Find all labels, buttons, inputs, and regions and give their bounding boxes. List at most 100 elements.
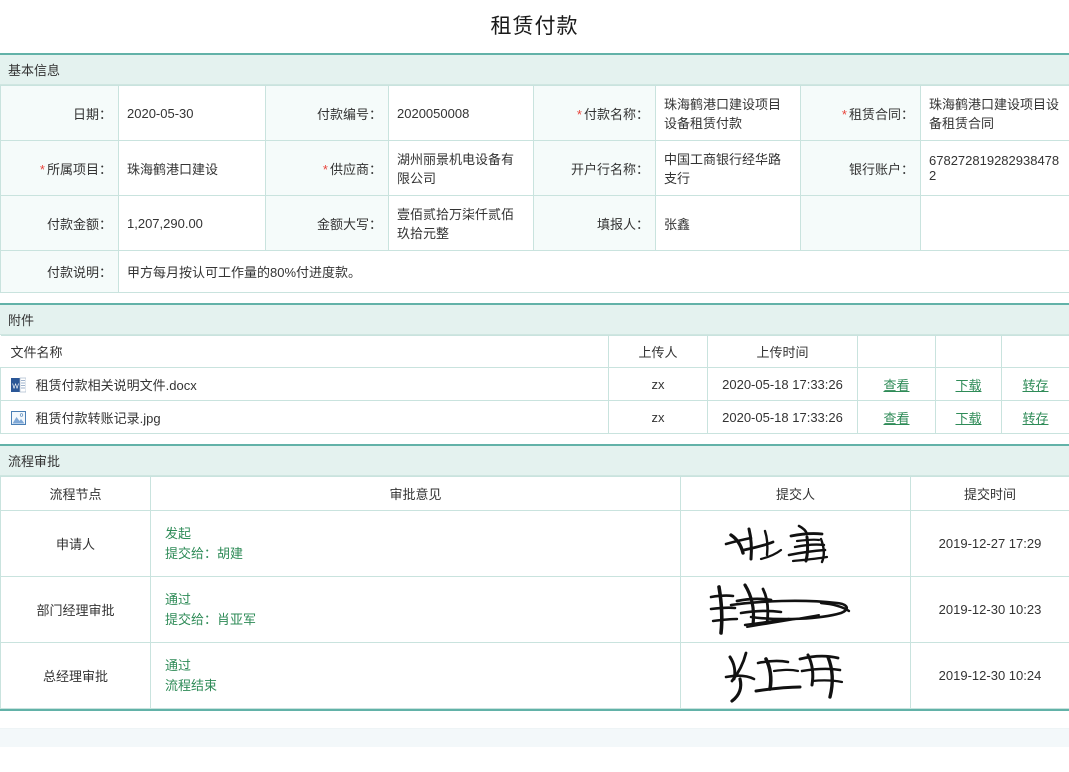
flow-opinion-action: 发起	[165, 525, 192, 541]
field-value-date[interactable]: 2020-05-30	[118, 85, 266, 141]
attachments-table: 文件名称 上传人 上传时间 W 租赁付款相关说明文件.docx zx 2020-…	[0, 335, 1069, 434]
table-header-row: 流程节点 审批意见 提交人 提交时间	[0, 476, 1069, 511]
label-text: 所属项目：	[46, 161, 112, 177]
field-value-payment-name[interactable]: 珠海鹤港口建设项目设备租赁付款	[655, 85, 801, 141]
attachment-view-cell: 查看	[857, 367, 936, 401]
attachment-uploader: zx	[608, 400, 708, 434]
flow-node: 部门经理审批	[0, 576, 151, 643]
section-header-flow: 流程审批	[0, 444, 1069, 476]
flow-opinion-next: 流程结束	[165, 677, 218, 693]
field-label-supplier: * 供应商：	[265, 140, 389, 196]
column-header-opinion: 审批意见	[150, 476, 681, 511]
view-link[interactable]: 查看	[883, 411, 909, 426]
attachment-file-name-text: 租赁付款转账记录.jpg	[35, 410, 161, 426]
flow-submit-time: 2019-12-27 17:29	[910, 510, 1069, 577]
bottom-band	[0, 728, 1069, 747]
field-value-bank-account[interactable]: 6782728192829384782	[920, 140, 1069, 196]
field-value-bank-name[interactable]: 中国工商银行经华路支行	[655, 140, 801, 196]
field-value-reporter[interactable]: 张鑫	[655, 195, 801, 251]
section-header-attachments: 附件	[0, 303, 1069, 335]
flow-signature-cell	[680, 576, 911, 643]
flow-signature-cell	[680, 642, 911, 709]
table-row: 总经理审批 通过 流程结束 2019-12-30 10:24	[0, 642, 1069, 709]
field-label-payment-no: 付款编号：	[265, 85, 389, 141]
attachment-file-name-text: 租赁付款相关说明文件.docx	[35, 377, 197, 393]
flow-opinion-action: 通过	[165, 657, 192, 673]
save-link[interactable]: 转存	[1022, 378, 1048, 393]
column-header-submit-time: 提交时间	[910, 476, 1069, 511]
label-text: 付款名称：	[583, 106, 649, 122]
field-value-project[interactable]: 珠海鹤港口建设	[118, 140, 266, 196]
image-file-icon	[11, 410, 26, 426]
field-label-bank-account: 银行账户：	[800, 140, 921, 196]
svg-text:W: W	[12, 383, 19, 390]
field-label-project: * 所属项目：	[0, 140, 119, 196]
attachment-uploader: zx	[608, 367, 708, 401]
lease-payment-page: 租赁付款 基本信息 日期： 2020-05-30 付款编号： 202005000…	[0, 0, 1069, 772]
page-title: 租赁付款	[490, 15, 579, 38]
label-text: 填报人：	[596, 216, 649, 232]
field-label-amount-words: 金额大写：	[265, 195, 389, 251]
field-value-amount-words[interactable]: 壹佰贰拾万柒仟贰佰玖拾元整	[388, 195, 534, 251]
signature-image	[724, 651, 843, 703]
flow-signature-cell	[680, 510, 911, 577]
column-header-node: 流程节点	[0, 476, 151, 511]
required-asterisk-icon: *	[576, 106, 582, 122]
basic-info-table: 日期： 2020-05-30 付款编号： 2020050008 * 付款名称： 珠…	[0, 85, 1069, 293]
field-value-lease-contract[interactable]: 珠海鹤港口建设项目设备租赁合同	[920, 85, 1069, 141]
label-text: 供应商：	[329, 161, 382, 177]
attachment-save-cell: 转存	[1001, 367, 1069, 401]
attachment-upload-time: 2020-05-18 17:33:26	[707, 367, 858, 401]
column-header-download	[935, 335, 1002, 368]
field-value-supplier[interactable]: 湖州丽景机电设备有限公司	[388, 140, 534, 196]
column-header-view	[857, 335, 936, 368]
column-header-submitter: 提交人	[680, 476, 911, 511]
table-row: 日期： 2020-05-30 付款编号： 2020050008 * 付款名称： 珠…	[0, 85, 1069, 141]
table-header-row: 文件名称 上传人 上传时间	[0, 335, 1069, 368]
flow-node: 总经理审批	[0, 642, 151, 709]
field-value-payment-no[interactable]: 2020050008	[388, 85, 534, 141]
bottom-whitespace	[0, 711, 1069, 728]
table-row: 申请人 发起 提交给：胡建 2019-12-27 17:29	[0, 510, 1069, 577]
field-label-bank-name: 开户行名称：	[533, 140, 656, 196]
word-file-icon: W	[11, 377, 27, 393]
table-row: 付款金额： 1,207,290.00 金额大写： 壹佰贰拾万柒仟贰佰玖拾元整 填…	[0, 195, 1069, 251]
label-text: 付款说明：	[46, 265, 112, 280]
required-asterisk-icon: *	[39, 161, 45, 177]
attachment-file-name-cell[interactable]: 租赁付款转账记录.jpg	[0, 400, 609, 434]
label-text: 银行账户：	[848, 161, 914, 177]
field-label-lease-contract: * 租赁合同：	[800, 85, 921, 141]
table-row: * 所属项目： 珠海鹤港口建设 * 供应商： 湖州丽景机电设备有限公司 开户行名称：…	[0, 140, 1069, 196]
attachment-save-cell: 转存	[1001, 400, 1069, 434]
required-asterisk-icon: *	[322, 161, 328, 177]
signature-image	[709, 582, 850, 635]
save-link[interactable]: 转存	[1022, 411, 1048, 426]
download-link[interactable]: 下载	[955, 378, 981, 393]
required-asterisk-icon: *	[841, 106, 847, 122]
flow-opinion: 发起 提交给：胡建	[150, 510, 681, 577]
column-header-uploader: 上传人	[608, 335, 708, 368]
download-link[interactable]: 下载	[955, 411, 981, 426]
field-value-amount[interactable]: 1,207,290.00	[118, 195, 266, 251]
field-label-date: 日期：	[0, 85, 119, 141]
field-value-note[interactable]: 甲方每月按认可工作量的80%付进度款。	[118, 250, 1069, 293]
field-label-note: 付款说明：	[0, 250, 119, 293]
column-header-upload-time: 上传时间	[707, 335, 858, 368]
label-text: 付款编号：	[316, 106, 382, 122]
table-row: 付款说明： 甲方每月按认可工作量的80%付进度款。	[0, 250, 1069, 293]
flow-opinion: 通过 提交给：肖亚军	[150, 576, 681, 643]
flow-submit-time: 2019-12-30 10:24	[910, 642, 1069, 709]
label-text: 租赁合同：	[848, 106, 914, 122]
section-spacer-2	[0, 434, 1069, 444]
attachment-view-cell: 查看	[857, 400, 936, 434]
attachment-file-name-cell[interactable]: W 租赁付款相关说明文件.docx	[0, 367, 609, 401]
table-row: W 租赁付款相关说明文件.docx zx 2020-05-18 17:33:26…	[0, 367, 1069, 401]
table-row: 部门经理审批 通过 提交给：肖亚军 2019-12-30 10:23	[0, 576, 1069, 643]
view-link[interactable]: 查看	[883, 378, 909, 393]
field-value-empty	[920, 195, 1069, 251]
attachment-upload-time: 2020-05-18 17:33:26	[707, 400, 858, 434]
label-text: 金额大写：	[316, 216, 382, 232]
label-text: 日期：	[72, 106, 112, 122]
flow-opinion-next: 提交给：胡建	[165, 545, 244, 561]
flow-approval-table: 流程节点 审批意见 提交人 提交时间 申请人 发起 提交给：胡建 2019-12…	[0, 476, 1069, 709]
